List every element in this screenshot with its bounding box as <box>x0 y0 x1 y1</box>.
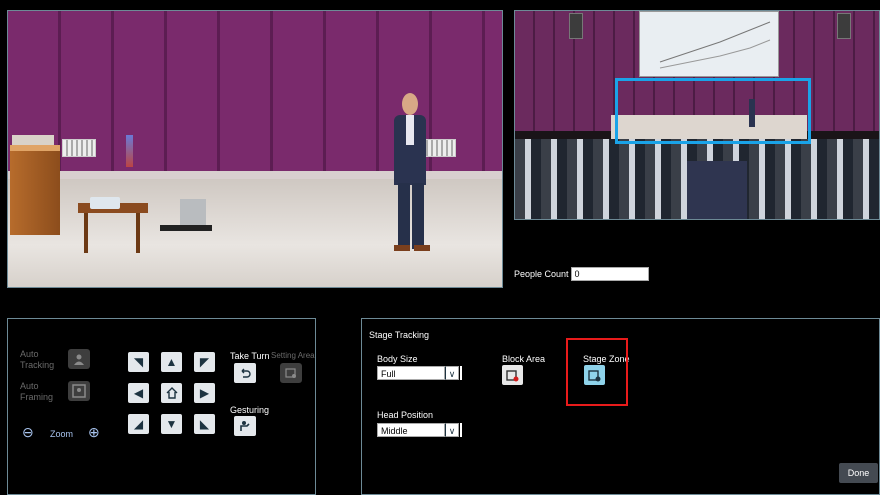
people-count-field[interactable] <box>570 267 649 281</box>
home-icon <box>166 387 177 399</box>
setting-area-icon[interactable] <box>280 363 302 383</box>
projection-screen <box>639 11 779 77</box>
pan-left-button[interactable]: ◀ <box>128 383 149 403</box>
chevron-down-icon[interactable]: ∨ <box>445 366 459 380</box>
prop-stand <box>160 225 212 231</box>
auto-framing-icon-glyph <box>72 384 86 398</box>
tilt-down-button[interactable]: ▼ <box>161 414 182 434</box>
body-size-select[interactable]: Full ∨ <box>377 366 462 380</box>
pan-up-right-button[interactable]: ◤ <box>194 352 215 372</box>
presenter-leg <box>412 183 424 249</box>
take-turn-button[interactable] <box>234 363 256 383</box>
gesturing-label: Gesturing <box>230 405 270 415</box>
side-table-leg <box>84 213 88 253</box>
gesturing-button[interactable] <box>234 416 256 436</box>
stage-zone-box[interactable] <box>615 78 811 144</box>
presenter-shoe <box>414 245 430 251</box>
take-turn-label: Take Turn <box>230 351 270 361</box>
pan-right-button[interactable]: ▶ <box>194 383 215 403</box>
bottle <box>126 135 133 167</box>
setting-area-icon-glyph <box>285 368 296 378</box>
head-position-select[interactable]: Middle ∨ <box>377 423 462 437</box>
head-position-label: Head Position <box>377 410 434 420</box>
auto-framing-icon[interactable] <box>68 381 90 401</box>
pan-down-right-button[interactable]: ◣ <box>194 414 215 434</box>
ptz-control-panel: Auto Tracking Auto Framing ⊖ Zoom ⊕ ◥ ▲ … <box>7 318 316 495</box>
side-table <box>78 203 148 253</box>
zoom-in-icon[interactable]: ⊕ <box>88 424 100 441</box>
home-button[interactable] <box>161 383 182 403</box>
auto-tracking-icon-glyph <box>74 354 84 365</box>
overview-camera-view[interactable] <box>514 10 880 220</box>
projection-chart <box>659 21 771 69</box>
chevron-down-icon[interactable]: ∨ <box>445 423 459 437</box>
zoom-label: Zoom <box>50 429 74 439</box>
presenter <box>390 93 430 261</box>
presenter-shoe <box>394 245 410 251</box>
water-bottles <box>90 197 120 209</box>
zoom-out-icon[interactable]: ⊖ <box>22 424 34 441</box>
people-count-label: People Count <box>514 269 569 279</box>
person-icon <box>240 421 250 431</box>
body-size-label: Body Size <box>377 354 418 364</box>
podium <box>10 145 60 235</box>
stage-light <box>569 13 583 39</box>
auto-framing-label: Auto Framing <box>20 381 54 402</box>
stage-light <box>837 13 851 39</box>
select-edge <box>460 423 462 437</box>
pan-down-left-button[interactable]: ◢ <box>128 414 149 434</box>
setting-area-label: Setting Area <box>271 351 315 360</box>
done-button[interactable]: Done <box>839 463 878 483</box>
block-area-label: Block Area <box>502 354 546 364</box>
presenter-shirt <box>406 115 414 145</box>
people-count: People Count <box>514 267 649 281</box>
head-position-value: Middle <box>377 423 445 437</box>
wall-vent <box>62 139 96 157</box>
prop-box <box>180 199 206 227</box>
stage-tracking-title: Stage Tracking <box>369 330 430 340</box>
aisle <box>687 161 747 219</box>
pan-up-left-button[interactable]: ◥ <box>128 352 149 372</box>
camera-app: People Count Auto Tracking Auto Framing … <box>0 0 880 495</box>
auto-tracking-label: Auto Tracking <box>20 349 55 370</box>
stage-zone-highlight <box>566 338 628 406</box>
stage-tracking-panel: Stage Tracking Body Size Full ∨ Block Ar… <box>361 318 880 495</box>
main-camera-view[interactable] <box>7 10 503 288</box>
side-table-leg <box>136 213 140 253</box>
presenter-leg <box>398 183 410 249</box>
auto-tracking-icon[interactable] <box>68 349 90 369</box>
block-area-button[interactable] <box>502 365 523 385</box>
body-size-value: Full <box>377 366 445 380</box>
undo-icon <box>241 368 251 378</box>
select-edge <box>460 366 462 380</box>
presenter-head <box>402 93 418 115</box>
tilt-up-button[interactable]: ▲ <box>161 352 182 372</box>
block-area-icon <box>506 369 519 381</box>
